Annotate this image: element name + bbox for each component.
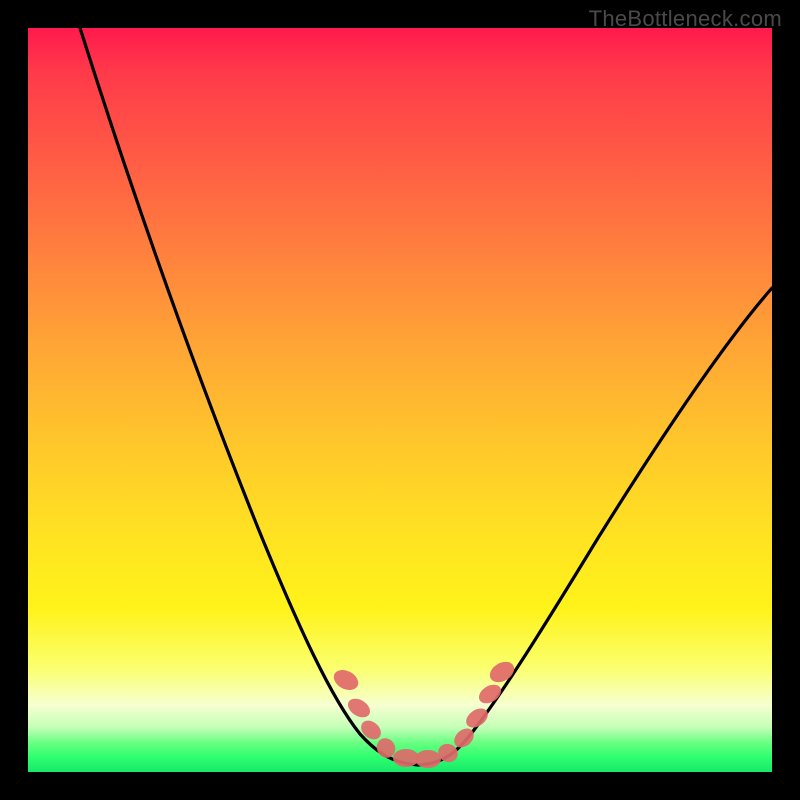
plot-area: [28, 28, 772, 772]
bottleneck-curve-path: [80, 28, 772, 765]
low-highlight-dots: [330, 658, 517, 768]
chart-frame: TheBottleneck.com: [0, 0, 800, 800]
bottleneck-curve-svg: [28, 28, 772, 772]
watermark-text: TheBottleneck.com: [589, 6, 782, 32]
